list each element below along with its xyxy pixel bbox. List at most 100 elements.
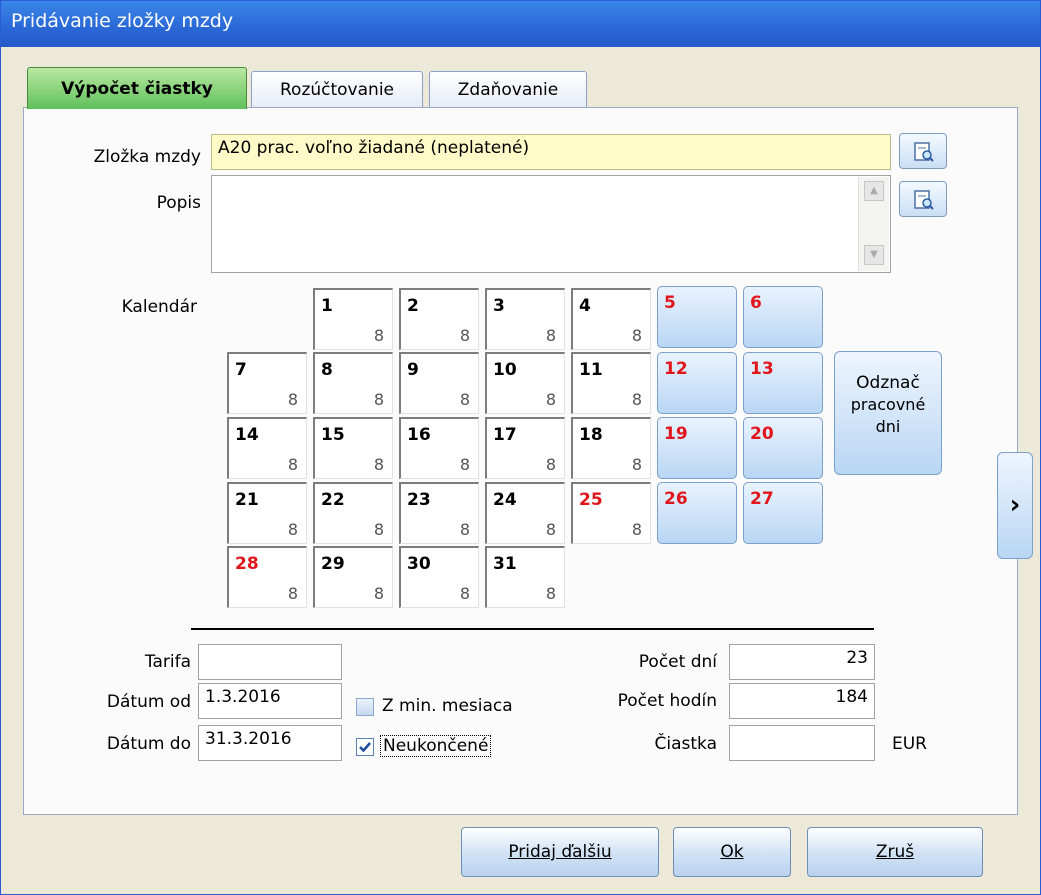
button-label: Zruš — [875, 842, 915, 862]
title-bar: Pridávanie zložky mzdy — [1, 1, 1040, 47]
day-number: 28 — [235, 554, 259, 574]
calendar-weekend-day[interactable]: 26 — [657, 482, 737, 544]
datum-do-input[interactable]: 31.3.2016 — [198, 725, 342, 761]
day-number: 8 — [321, 360, 333, 380]
popis-scrollbar[interactable]: ▲ ▼ — [858, 177, 889, 271]
day-number: 14 — [235, 425, 259, 445]
day-hours: 8 — [373, 326, 384, 345]
day-number: 4 — [579, 296, 591, 316]
neukoncene-checkbox[interactable] — [356, 738, 374, 756]
calendar-day[interactable]: 88 — [313, 352, 393, 414]
day-hours: 8 — [631, 520, 642, 539]
day-number: 3 — [493, 296, 505, 316]
calendar-day[interactable]: 28 8 — [227, 546, 307, 608]
calendar-day[interactable]: 23 8 — [399, 482, 479, 544]
day-number: 1 — [321, 296, 333, 316]
calendar-day[interactable]: 25 8 — [571, 482, 651, 544]
calendar-day[interactable]: 28 — [399, 288, 479, 350]
calendar-day[interactable]: 18 — [313, 288, 393, 350]
calendar-day[interactable]: 78 — [227, 352, 307, 414]
odznac-pracovne-dni-button[interactable]: Odznač pracovné dni — [834, 351, 942, 475]
calendar-day[interactable]: 38 — [485, 288, 565, 350]
calendar-weekend-day[interactable]: 19 — [657, 417, 737, 479]
calendar-day[interactable]: 18 8 — [571, 417, 651, 479]
calendar-day[interactable]: 98 — [399, 352, 479, 414]
pocet-hodin-input[interactable]: 184 — [729, 683, 875, 719]
day-number: 7 — [235, 360, 247, 380]
tab-vypocet-ciastky[interactable]: Výpočet čiastky — [27, 67, 247, 109]
calendar-weekend-day[interactable]: 6 — [743, 286, 823, 348]
zlozka-lookup-button[interactable] — [899, 133, 947, 169]
pocet-dni-input[interactable]: 23 — [729, 644, 875, 680]
window-title: Pridávanie zložky mzdy — [11, 10, 234, 32]
calendar-day[interactable]: 21 8 — [227, 482, 307, 544]
pocet-hodin-label: Počet hodín — [617, 691, 717, 711]
day-number: 27 — [750, 489, 774, 509]
scroll-down-icon[interactable]: ▼ — [864, 245, 884, 265]
zlozka-mzdy-input[interactable]: A20 prac. voľno žiadané (neplatené) — [211, 134, 891, 170]
day-hours: 8 — [545, 326, 556, 345]
datum-od-input[interactable]: 1.3.2016 — [198, 683, 342, 719]
day-number: 5 — [664, 293, 676, 313]
calendar-day[interactable]: 31 8 — [485, 546, 565, 608]
day-hours: 8 — [287, 520, 298, 539]
day-number: 29 — [321, 554, 345, 574]
button-label: Pridaj ďalšiu — [508, 842, 612, 862]
calendar-day[interactable]: 16 8 — [399, 417, 479, 479]
popis-textarea[interactable] — [211, 175, 891, 273]
calendar-day[interactable]: 48 — [571, 288, 651, 350]
tab-zdanovanie[interactable]: Zdaňovanie — [429, 71, 587, 107]
next-arrow-button[interactable]: › — [997, 452, 1033, 559]
calendar-day[interactable]: 24 8 — [485, 482, 565, 544]
button-label: Ok — [720, 842, 744, 862]
button-line: pracovné — [850, 395, 926, 414]
day-hours: 8 — [373, 390, 384, 409]
calendar-day[interactable]: 14 8 — [227, 417, 307, 479]
day-number: 31 — [493, 554, 517, 574]
tab-rozuctovanie[interactable]: Rozúčtovanie — [251, 71, 423, 107]
pridaj-dalsiu-button[interactable]: Pridaj ďalšiu — [461, 827, 659, 877]
day-hours: 8 — [545, 520, 556, 539]
day-hours: 8 — [373, 584, 384, 603]
day-hours: 8 — [631, 455, 642, 474]
day-hours: 8 — [287, 390, 298, 409]
day-hours: 8 — [287, 455, 298, 474]
calendar-weekend-day[interactable]: 27 — [743, 482, 823, 544]
calendar-day[interactable]: 30 8 — [399, 546, 479, 608]
neukoncene-label[interactable]: Neukončené — [380, 735, 492, 757]
popis-lookup-button[interactable] — [899, 181, 947, 217]
calendar-day[interactable]: 17 8 — [485, 417, 565, 479]
calendar-day[interactable]: 22 8 — [313, 482, 393, 544]
day-number: 12 — [664, 359, 688, 379]
tarifa-input[interactable] — [198, 644, 342, 680]
day-hours: 8 — [545, 455, 556, 474]
cancel-button[interactable]: Zruš — [807, 827, 983, 877]
ciastka-input[interactable] — [729, 725, 875, 761]
day-hours: 8 — [631, 390, 642, 409]
z-min-mesiaca-label[interactable]: Z min. mesiaca — [382, 696, 513, 716]
calendar-weekend-day[interactable]: 5 — [657, 286, 737, 348]
day-number: 21 — [235, 490, 259, 510]
zlozka-mzdy-label: Zložka mzdy — [93, 147, 201, 167]
day-hours: 8 — [545, 584, 556, 603]
day-hours: 8 — [373, 455, 384, 474]
calendar-weekend-day[interactable]: 20 — [743, 417, 823, 479]
day-number: 6 — [750, 293, 762, 313]
checkmark-icon — [359, 742, 371, 753]
scroll-up-icon[interactable]: ▲ — [864, 181, 884, 201]
lookup-icon — [914, 190, 934, 210]
calendar-day[interactable]: 10 8 — [485, 352, 565, 414]
z-min-mesiaca-checkbox[interactable] — [356, 698, 374, 716]
calendar-weekend-day[interactable]: 12 — [657, 352, 737, 414]
day-number: 26 — [664, 489, 688, 509]
day-hours: 8 — [459, 520, 470, 539]
calendar-weekend-day[interactable]: 13 — [743, 352, 823, 414]
calendar-day[interactable]: 11 8 — [571, 352, 651, 414]
pocet-dni-label: Počet dní — [638, 652, 717, 672]
lookup-icon — [914, 142, 934, 162]
calendar-day[interactable]: 29 8 — [313, 546, 393, 608]
button-line: Odznač — [856, 373, 920, 393]
calendar-day[interactable]: 15 8 — [313, 417, 393, 479]
ok-button[interactable]: Ok — [673, 827, 791, 877]
day-number: 11 — [579, 360, 603, 380]
